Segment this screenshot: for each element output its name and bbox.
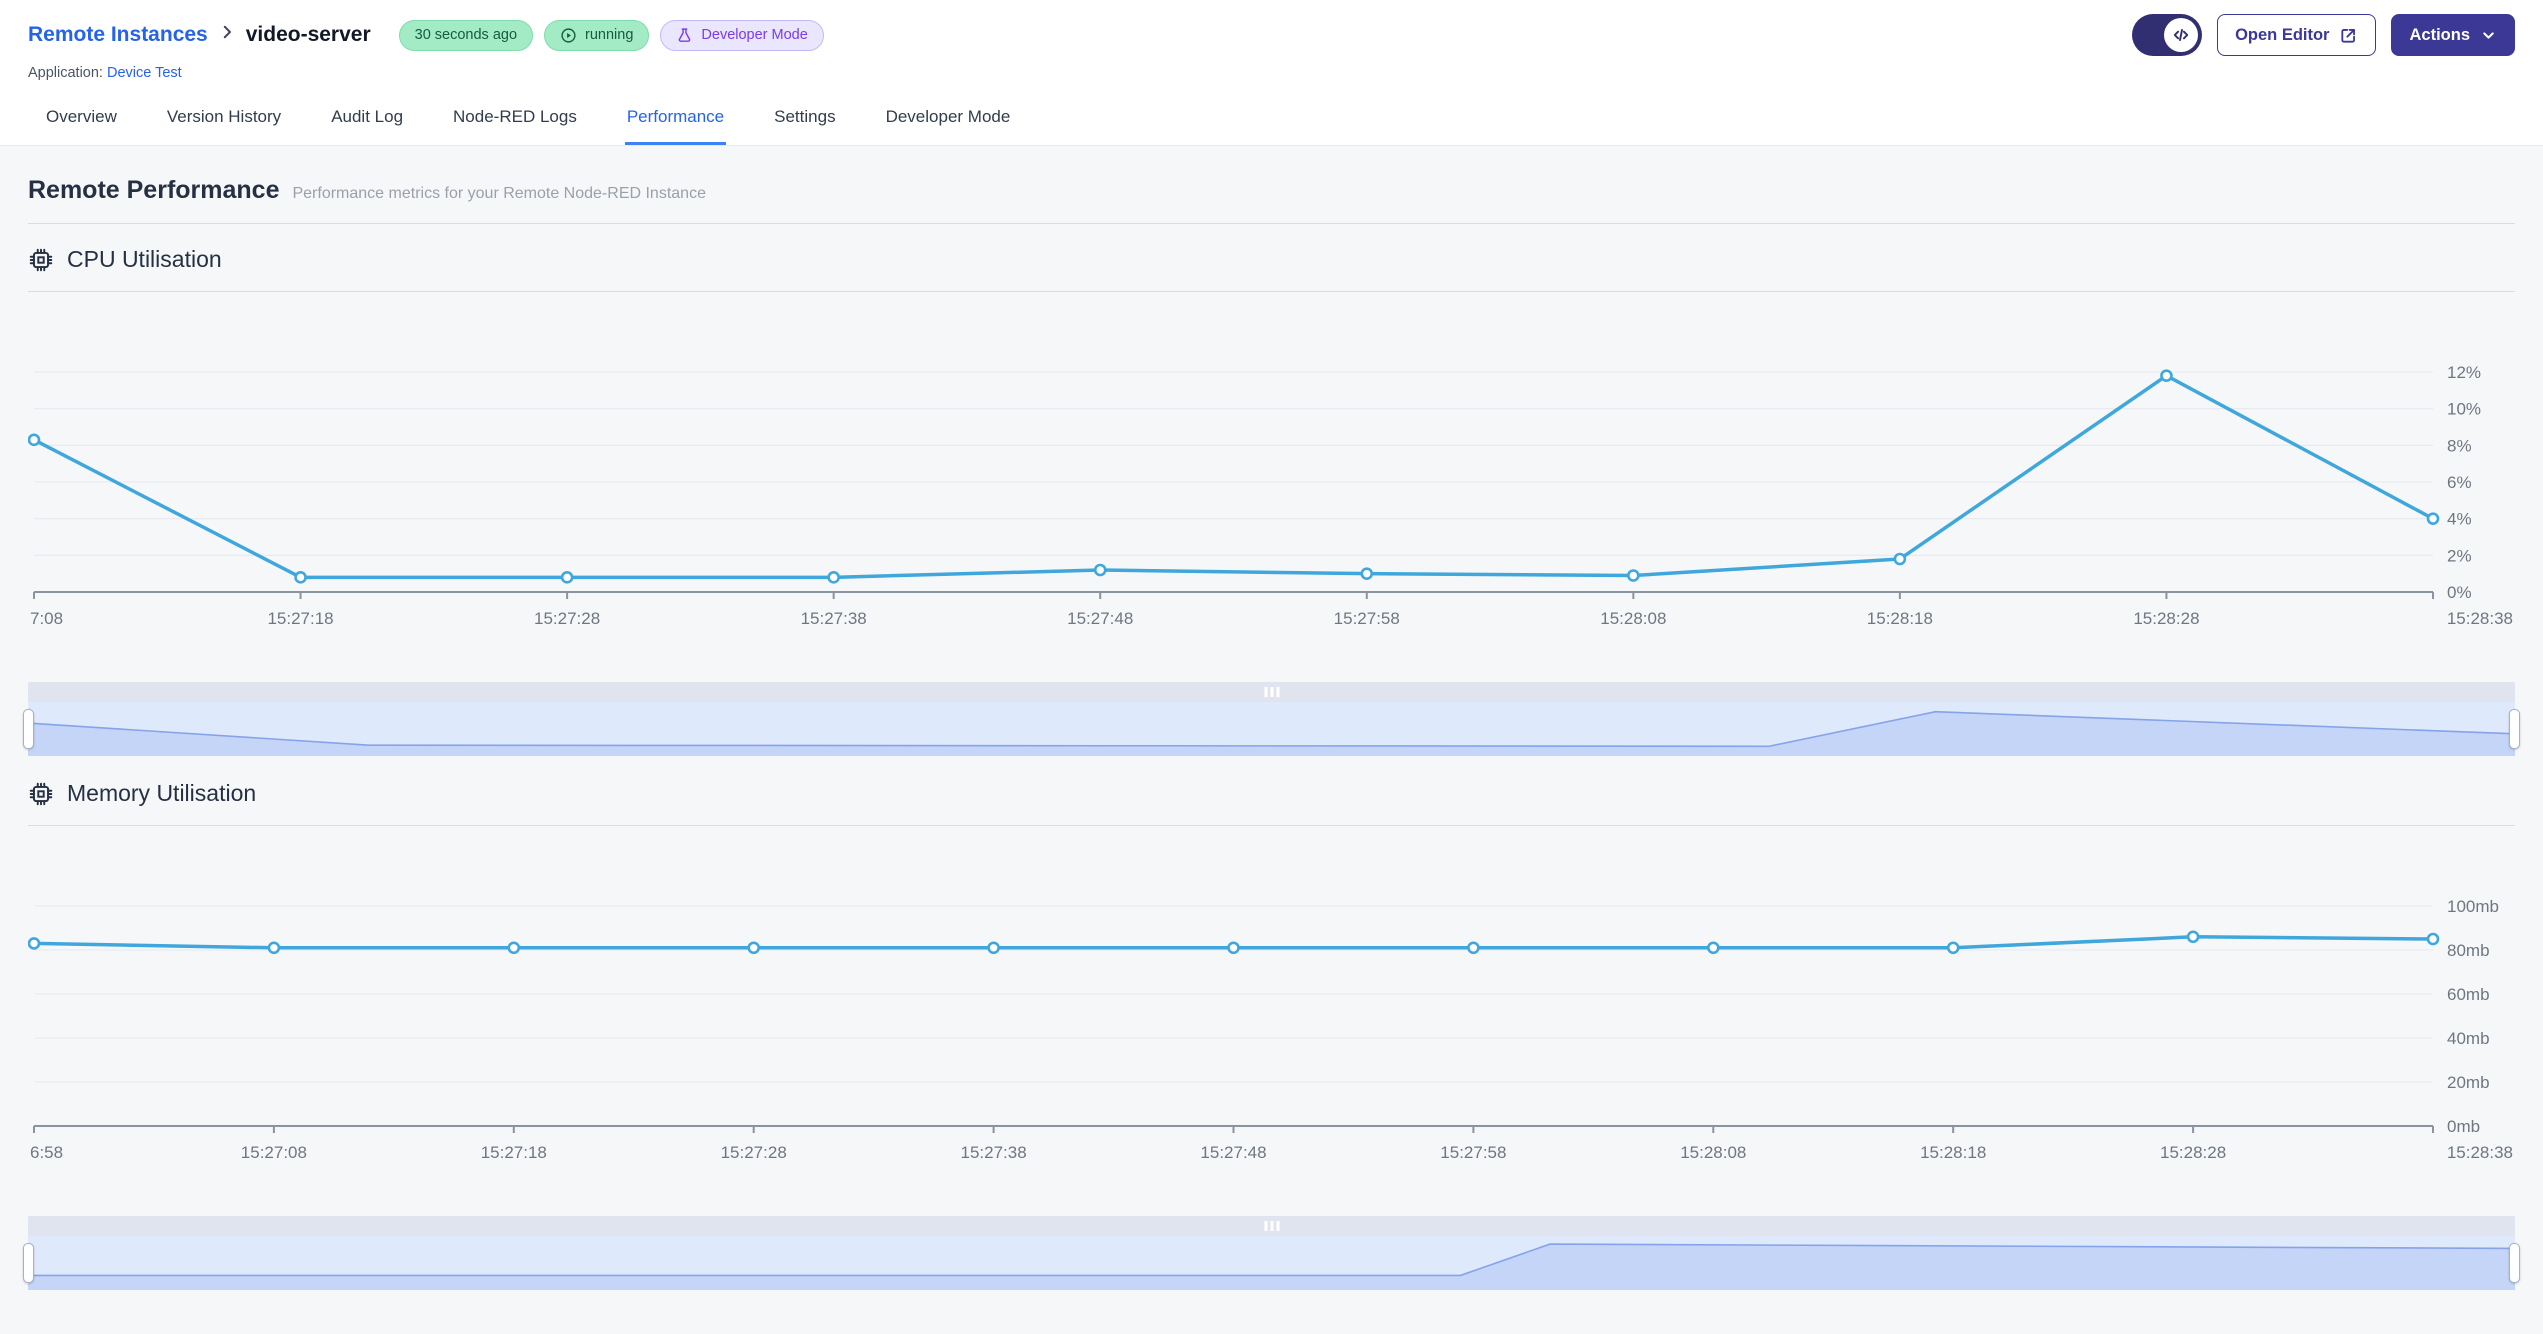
- memory-chart-zoom-slider[interactable]: [23, 1216, 2520, 1290]
- zoom-slider-handle-right[interactable]: [2509, 709, 2520, 749]
- tab-audit-log[interactable]: Audit Log: [329, 97, 405, 145]
- instance-name: video-server: [245, 23, 371, 46]
- editor-toggle[interactable]: [2132, 14, 2203, 56]
- svg-text:8%: 8%: [2447, 436, 2472, 455]
- tab-overview[interactable]: Overview: [44, 97, 119, 145]
- developer-mode-label: Developer Mode: [701, 27, 808, 43]
- zoom-slider-handle-right[interactable]: [2509, 1243, 2520, 1283]
- open-editor-button[interactable]: Open Editor: [2217, 14, 2377, 56]
- performance-panel: Remote Performance Performance metrics f…: [0, 176, 2543, 1290]
- external-link-icon: [2339, 26, 2358, 45]
- cpu-chip-icon: [28, 247, 54, 273]
- svg-text:0%: 0%: [2447, 583, 2472, 602]
- zoom-slider-handle-left[interactable]: [23, 709, 34, 749]
- svg-text:60mb: 60mb: [2447, 985, 2490, 1004]
- cpu-section-heading: CPU Utilisation: [28, 246, 2515, 273]
- memory-section-title: Memory Utilisation: [67, 780, 257, 806]
- svg-text:40mb: 40mb: [2447, 1029, 2490, 1048]
- grip-icon: [1264, 1221, 1279, 1231]
- zoom-slider-track[interactable]: [28, 1236, 2515, 1290]
- svg-text:15:28:08: 15:28:08: [1600, 609, 1666, 628]
- cpu-chart-zoom-slider[interactable]: [23, 682, 2520, 756]
- svg-text:15:28:18: 15:28:18: [1867, 609, 1933, 628]
- memory-utilisation-chart: 0mb 20mb 40mb 60mb 80mb 100mb 6:58 15:27:08 15:2…: [28, 897, 2513, 1162]
- zoom-slider-track[interactable]: [28, 702, 2515, 756]
- tab-version-history[interactable]: Version History: [165, 97, 283, 145]
- chevron-right-icon: [218, 23, 236, 47]
- divider: [28, 825, 2515, 826]
- svg-text:80mb: 80mb: [2447, 941, 2490, 960]
- svg-text:15:28:38: 15:28:38: [2447, 609, 2513, 628]
- svg-text:15:27:08: 15:27:08: [241, 1143, 307, 1162]
- divider: [28, 223, 2515, 224]
- flask-icon: [676, 27, 693, 44]
- page-title: Remote Performance: [28, 176, 280, 204]
- svg-text:0mb: 0mb: [2447, 1117, 2480, 1136]
- zoom-slider-preview: [28, 710, 2515, 756]
- svg-text:15:27:48: 15:27:48: [1200, 1143, 1266, 1162]
- status-badges: 30 seconds ago running Developer Mode: [398, 19, 824, 51]
- svg-text:15:27:28: 15:27:28: [534, 609, 600, 628]
- chevron-down-icon: [2480, 27, 2497, 44]
- svg-text:6:58: 6:58: [30, 1143, 63, 1162]
- application-row: Application: Device Test: [28, 65, 2515, 81]
- grip-icon: [1264, 687, 1279, 697]
- actions-label: Actions: [2409, 25, 2470, 44]
- svg-text:15:27:18: 15:27:18: [481, 1143, 547, 1162]
- svg-text:15:27:28: 15:27:28: [721, 1143, 787, 1162]
- svg-text:12%: 12%: [2447, 363, 2481, 382]
- svg-text:15:27:58: 15:27:58: [1334, 609, 1400, 628]
- status-label: running: [585, 27, 634, 43]
- svg-text:15:27:58: 15:27:58: [1440, 1143, 1506, 1162]
- open-editor-label: Open Editor: [2235, 25, 2330, 44]
- memory-chip-icon: [28, 781, 54, 807]
- header-actions: Open Editor Actions: [2132, 14, 2515, 56]
- svg-text:15:28:08: 15:28:08: [1680, 1143, 1746, 1162]
- svg-text:20mb: 20mb: [2447, 1073, 2490, 1092]
- code-icon: [2164, 18, 2199, 52]
- tab-node-red-logs[interactable]: Node-RED Logs: [451, 97, 579, 145]
- memory-section-heading: Memory Utilisation: [28, 780, 2515, 807]
- zoom-slider-move-handle[interactable]: [28, 682, 2515, 702]
- svg-text:15:27:48: 15:27:48: [1067, 609, 1133, 628]
- breadcrumb: Remote Instances video-server: [28, 23, 371, 47]
- header-top-row: Remote Instances video-server 30 seconds…: [28, 14, 2515, 56]
- svg-text:10%: 10%: [2447, 400, 2481, 419]
- divider: [28, 291, 2515, 292]
- svg-text:2%: 2%: [2447, 546, 2472, 565]
- tab-settings[interactable]: Settings: [772, 97, 837, 145]
- svg-text:15:28:28: 15:28:28: [2133, 609, 2199, 628]
- page-header: Remote Instances video-server 30 seconds…: [0, 0, 2543, 146]
- svg-text:6%: 6%: [2447, 473, 2472, 492]
- svg-text:15:27:18: 15:27:18: [267, 609, 333, 628]
- zoom-slider-preview: [28, 1243, 2515, 1290]
- cpu-utilisation-chart: 0% 2% 4% 6% 8% 10% 12% 7:08 15:27:18 15:27:28 15:2…: [28, 363, 2513, 628]
- status-badge: running: [544, 19, 650, 51]
- play-circle-icon: [560, 27, 577, 44]
- tab-performance[interactable]: Performance: [624, 97, 727, 145]
- svg-text:4%: 4%: [2447, 510, 2472, 529]
- actions-button[interactable]: Actions: [2391, 14, 2515, 56]
- section-title-row: Remote Performance Performance metrics f…: [28, 176, 2515, 205]
- application-label: Application:: [28, 65, 103, 81]
- last-seen-badge: 30 seconds ago: [398, 19, 534, 51]
- svg-text:15:28:28: 15:28:28: [2160, 1143, 2226, 1162]
- svg-text:7:08: 7:08: [30, 609, 63, 628]
- breadcrumb-remote-instances[interactable]: Remote Instances: [28, 23, 208, 47]
- svg-text:15:27:38: 15:27:38: [801, 609, 867, 628]
- svg-text:100mb: 100mb: [2447, 897, 2499, 916]
- svg-text:15:28:38: 15:28:38: [2447, 1143, 2513, 1162]
- zoom-slider-handle-left[interactable]: [23, 1243, 34, 1283]
- zoom-slider-move-handle[interactable]: [28, 1216, 2515, 1236]
- svg-text:15:28:18: 15:28:18: [1920, 1143, 1986, 1162]
- tab-bar: Overview Version History Audit Log Node-…: [28, 97, 2515, 145]
- cpu-section-title: CPU Utilisation: [67, 246, 222, 272]
- tab-developer-mode[interactable]: Developer Mode: [884, 97, 1013, 145]
- page-subtitle: Performance metrics for your Remote Node…: [292, 185, 706, 202]
- svg-text:15:27:38: 15:27:38: [961, 1143, 1027, 1162]
- application-link[interactable]: Device Test: [107, 65, 182, 81]
- last-seen-label: 30 seconds ago: [414, 27, 518, 43]
- developer-mode-badge[interactable]: Developer Mode: [660, 19, 824, 51]
